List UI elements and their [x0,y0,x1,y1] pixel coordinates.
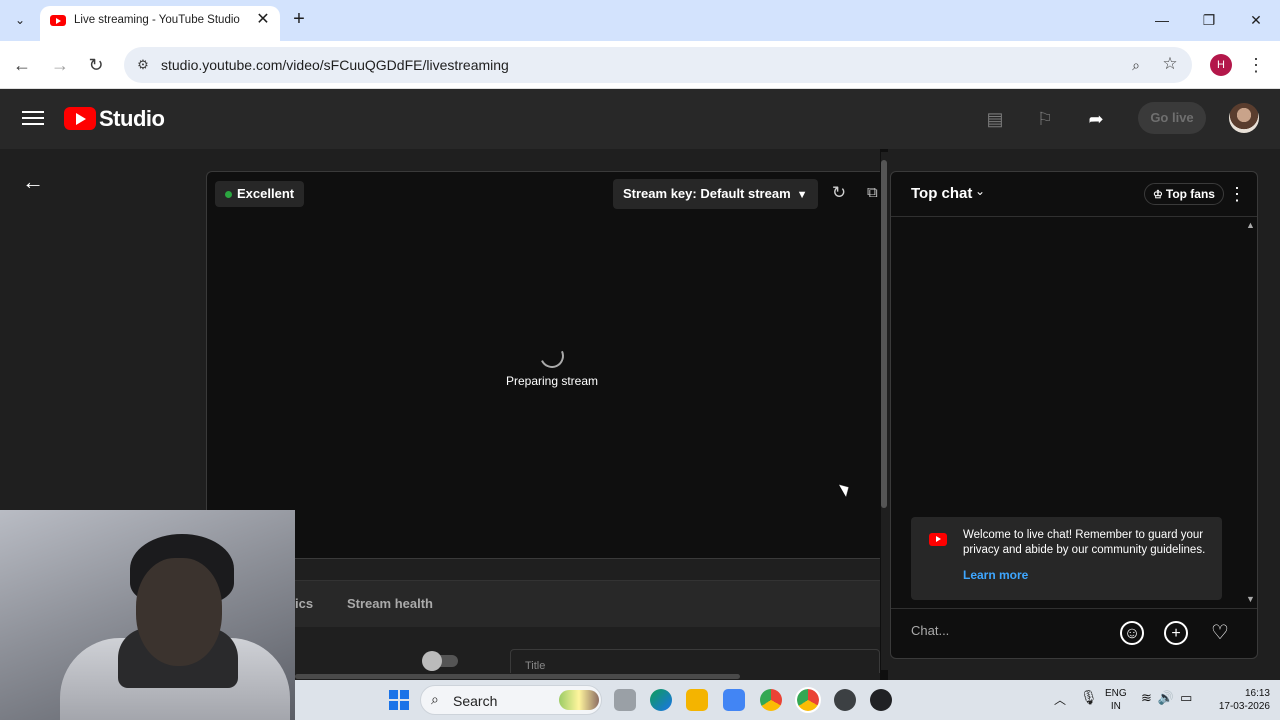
refresh-icon[interactable]: ↻ [827,181,851,205]
file-explorer-icon[interactable] [686,689,708,711]
browser-toolbar: ← → ↻ ⚙ studio.youtube.com/video/sFCuuQG… [0,41,1280,89]
top-fans-label: Top fans [1165,187,1215,201]
tab-search-button[interactable]: ⌄ [8,8,32,32]
toggle-switch[interactable] [422,651,442,671]
star-icon[interactable]: ☆ [1160,54,1180,74]
learn-more-link[interactable]: Learn more [963,568,1028,582]
add-icon[interactable]: + [1164,621,1188,645]
date: 17-03-2026 [1218,701,1270,712]
top-fans-button[interactable]: ♔ Top fans [1144,183,1224,205]
stream-key-label: Stream key: Default stream [623,186,791,201]
emoji-icon[interactable]: ☺ [1120,621,1144,645]
studio-header: Studio ▤ ⚐ ➦ Go live [0,89,1280,149]
account-avatar[interactable] [1229,103,1259,133]
welcome-message: Welcome to live chat! Remember to guard … [911,517,1222,600]
main-scrollbar[interactable] [881,152,888,670]
time: 16:13 [1244,688,1270,699]
region-code: IN [1110,701,1121,712]
store-icon[interactable] [723,689,745,711]
system-tray-icons[interactable]: ≋🔊▭ [1141,690,1198,706]
windows-taskbar: ⌕ Search ︿ 🎙 ENG IN ≋🔊▭ 16:13 17-03-2026 [295,680,1280,720]
welcome-text: Welcome to live chat! Remember to guard … [963,529,1206,556]
heart-icon[interactable]: ♡ [1208,621,1232,645]
tab-title: Live streaming - YouTube Studio [74,14,240,26]
more-vert-icon[interactable]: ⋮ [1247,52,1265,78]
loading-spinner [536,340,568,372]
studio-wordmark[interactable]: Studio [99,106,165,132]
webcam-person-face [136,558,222,666]
tab-stream-health[interactable]: Stream health [347,596,433,611]
youtube-favicon-icon [50,15,66,26]
clock[interactable]: 16:13 17-03-2026 [1210,687,1270,713]
tab-close-button[interactable]: ✕ [254,11,272,29]
address-bar[interactable]: ⚙ studio.youtube.com/video/sFCuuQGDdFE/l… [124,47,1192,83]
reload-icon[interactable]: ↻ [83,52,109,78]
divider [891,216,1257,217]
back-arrow-icon[interactable]: ← [20,169,46,195]
zoom-icon[interactable]: ⌕ [1126,55,1146,75]
main-scroll-thumb[interactable] [881,160,887,508]
stream-preview: Excellent Stream key: Default stream ▼ ↻ … [206,171,880,559]
divider [891,608,1257,609]
scroll-up-icon[interactable]: ▲ [1246,220,1255,230]
share-icon[interactable]: ➦ [1084,107,1108,131]
media-player-icon[interactable] [870,689,892,711]
browser-tab[interactable]: Live streaming - YouTube Studio ✕ [40,6,280,41]
crown-icon: ♔ [1153,189,1163,201]
quality-label: Excellent [237,186,295,201]
stream-tabs: ics Stream health [295,581,880,627]
site-info-icon[interactable]: ⚙ [134,56,152,74]
restore-icon[interactable]: ❐ [1194,8,1224,32]
horizontal-scrollbar[interactable] [295,673,880,680]
minimize-icon[interactable]: — [1147,8,1177,32]
stream-status-text: Preparing stream [505,374,599,388]
horizontal-scroll-thumb[interactable] [295,674,740,679]
more-vert-icon[interactable]: ⋮ [1228,183,1246,205]
close-window-icon[interactable]: ✕ [1241,8,1271,32]
chat-input[interactable]: Chat... [911,616,1131,646]
tray-chevron-icon[interactable]: ︿ [1054,691,1066,708]
copy-icon[interactable]: ⧉ [867,181,881,205]
language-indicator[interactable]: ENG IN [1105,687,1127,713]
browser-tab-strip: ⌄ Live streaming - YouTube Studio ✕ + — … [0,0,1280,41]
task-view-icon[interactable] [614,689,636,711]
live-chat-panel: Top chat ⌄ ♔ Top fans ⋮ ▲ ▼ Welcome to li… [890,171,1258,659]
chrome-icon[interactable] [760,689,782,711]
edge-icon[interactable] [650,689,672,711]
language-code: ENG [1105,688,1127,699]
back-icon[interactable]: ← [9,52,35,78]
title-field-label: Title [525,660,546,672]
chevron-down-icon: ▼ [796,189,808,201]
forward-icon[interactable]: → [47,52,73,78]
stream-key-dropdown[interactable]: Stream key: Default stream ▼ [613,179,818,209]
tab-analytics[interactable]: ics [295,596,313,611]
status-dot-icon [225,190,232,198]
webcam-overlay [0,510,295,720]
windows-start-icon[interactable] [389,690,409,710]
youtube-logo-icon[interactable] [64,107,96,130]
profile-avatar[interactable]: H [1210,54,1232,76]
app-icon[interactable] [834,689,856,711]
chat-mode-selector[interactable]: Top chat [911,185,972,202]
menu-icon[interactable] [22,108,44,130]
taskbar-search-label: Search [453,693,498,709]
go-live-button[interactable]: Go live [1138,102,1206,134]
taskbar-search[interactable]: ⌕ Search [420,685,602,715]
stream-quality-badge: Excellent [215,181,305,207]
clapperboard-icon[interactable]: ▤ [983,107,1007,131]
youtube-logo-icon [929,533,947,546]
bookmark-icon[interactable]: ⚐ [1033,107,1057,131]
search-icon: ⌕ [431,691,439,707]
chevron-down-icon[interactable]: ⌄ [975,184,985,198]
mic-icon[interactable]: 🎙 [1080,689,1098,706]
search-highlight-image [559,690,599,710]
new-tab-button[interactable]: + [288,8,310,30]
chrome-profile-icon[interactable] [795,687,821,713]
url-text[interactable]: studio.youtube.com/video/sFCuuQGDdFE/liv… [161,57,509,73]
scroll-down-icon[interactable]: ▼ [1246,594,1255,604]
